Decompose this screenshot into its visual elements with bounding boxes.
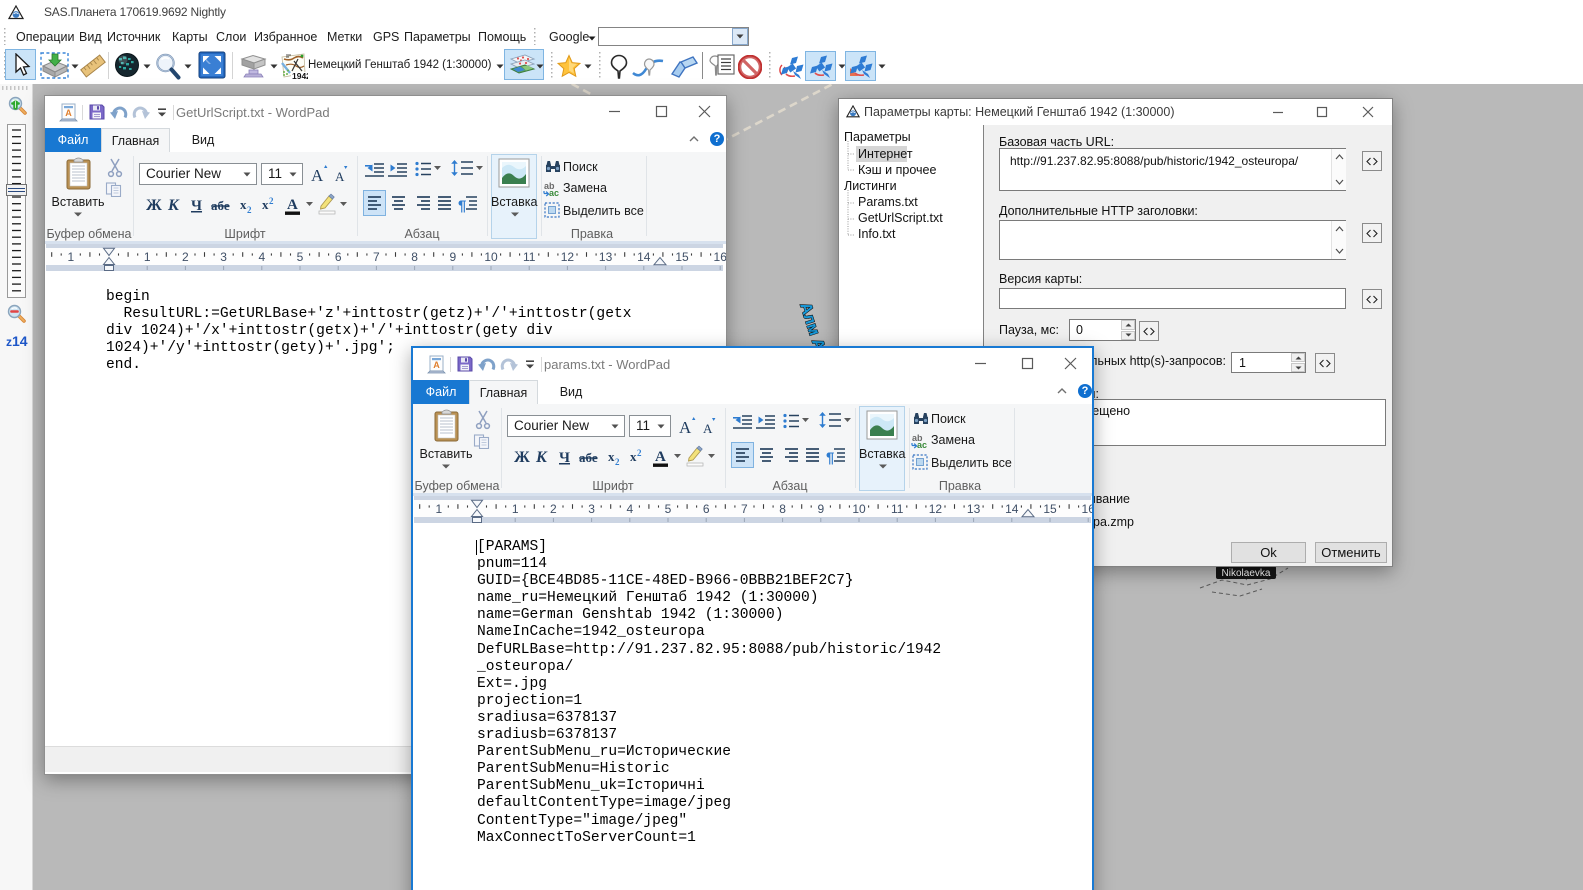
svg-text:абе: абе: [211, 198, 230, 213]
svg-text:13: 13: [599, 250, 613, 264]
svg-text:16: 16: [714, 250, 727, 264]
svg-text:К: К: [535, 449, 548, 466]
svg-text:1942: 1942: [292, 71, 308, 81]
svg-text:6: 6: [703, 502, 710, 516]
svg-text:7: 7: [741, 502, 748, 516]
svg-text:6: 6: [335, 250, 342, 264]
svg-text:11: 11: [523, 250, 536, 264]
svg-text:абе: абе: [579, 450, 598, 465]
svg-text:7: 7: [373, 250, 380, 264]
svg-text:1: 1: [67, 250, 74, 264]
svg-text:15: 15: [1043, 502, 1057, 516]
svg-text:2: 2: [615, 457, 620, 467]
svg-text:13: 13: [967, 502, 981, 516]
svg-text:A: A: [335, 169, 345, 184]
svg-text:14: 14: [1005, 502, 1019, 516]
svg-text:A: A: [655, 449, 666, 465]
svg-text:A: A: [287, 197, 298, 213]
svg-text:К: К: [167, 197, 180, 214]
svg-text:A: A: [679, 418, 692, 436]
svg-text:x: x: [608, 449, 615, 464]
svg-text:8: 8: [411, 250, 418, 264]
svg-text:3: 3: [220, 250, 227, 264]
svg-text:ac: ac: [917, 440, 927, 449]
svg-text:2: 2: [269, 196, 274, 206]
svg-text:A: A: [703, 421, 713, 436]
svg-text:14: 14: [637, 250, 651, 264]
svg-text:x: x: [240, 197, 247, 212]
svg-text:10: 10: [484, 250, 498, 264]
svg-text:9: 9: [817, 502, 824, 516]
svg-text:A: A: [433, 360, 440, 370]
svg-text:Ч: Ч: [191, 198, 202, 214]
svg-text:11: 11: [891, 502, 904, 516]
svg-text:ac: ac: [549, 188, 559, 197]
svg-text:2: 2: [637, 448, 642, 458]
svg-text:16: 16: [1082, 502, 1094, 516]
svg-text:A: A: [65, 108, 72, 118]
svg-text:Ч: Ч: [559, 450, 570, 466]
svg-text:1: 1: [435, 502, 442, 516]
svg-text:A: A: [311, 166, 324, 184]
svg-text:Nikolaevka: Nikolaevka: [1222, 568, 1271, 579]
svg-text:4: 4: [258, 250, 265, 264]
svg-text:5: 5: [297, 250, 304, 264]
svg-text:5: 5: [665, 502, 672, 516]
svg-text:1: 1: [144, 250, 151, 264]
svg-text:¶: ¶: [458, 198, 466, 215]
svg-text:x: x: [630, 449, 637, 464]
svg-text:9: 9: [449, 250, 456, 264]
svg-text:12: 12: [561, 250, 575, 264]
svg-text:¶: ¶: [826, 450, 834, 467]
svg-text:3: 3: [588, 502, 595, 516]
svg-text:4: 4: [626, 502, 633, 516]
svg-text:2: 2: [550, 502, 557, 516]
svg-text:Ж: Ж: [514, 449, 530, 466]
svg-text:8: 8: [779, 502, 786, 516]
svg-text:10: 10: [852, 502, 866, 516]
svg-text:Ж: Ж: [146, 197, 162, 214]
svg-text:1: 1: [512, 502, 519, 516]
svg-text:x: x: [262, 197, 269, 212]
svg-text:15: 15: [675, 250, 689, 264]
svg-text:2: 2: [182, 250, 189, 264]
svg-text:2: 2: [247, 205, 252, 215]
svg-text:12: 12: [929, 502, 943, 516]
